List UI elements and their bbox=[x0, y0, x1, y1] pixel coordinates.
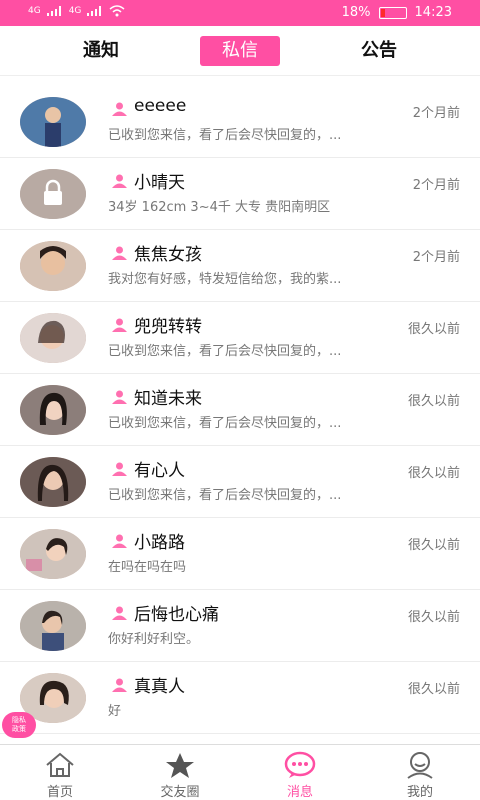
contact-name: 有心人 bbox=[134, 461, 185, 481]
user-icon bbox=[112, 534, 127, 548]
user-icon bbox=[112, 678, 127, 692]
nav-profile-label: 我的 bbox=[406, 785, 433, 800]
message-item[interactable]: 小路路 很久以前 在吗在吗在吗 bbox=[0, 518, 480, 590]
message-time: 很久以前 bbox=[407, 610, 460, 625]
avatar bbox=[20, 313, 86, 363]
message-preview: 在吗在吗在吗 bbox=[108, 560, 187, 575]
message-item[interactable]: 后悔也心痛 很久以前 你好利好利空。 bbox=[0, 590, 480, 662]
nav-profile[interactable]: 我的 bbox=[360, 745, 480, 800]
user-icon bbox=[112, 462, 127, 476]
clock: 14:23 bbox=[414, 5, 452, 20]
message-time: 2个月前 bbox=[412, 178, 460, 193]
cell-signal-icon bbox=[46, 6, 61, 16]
nav-home[interactable]: 首页 bbox=[0, 745, 120, 800]
privacy-policy-button[interactable]: 隐私 政策 bbox=[2, 712, 36, 738]
status-bar: 4G 4G 18% 14:23 bbox=[0, 0, 480, 26]
nav-messages-label: 消息 bbox=[286, 785, 313, 800]
nav-social-label: 交友圈 bbox=[160, 785, 200, 800]
avatar bbox=[20, 457, 86, 507]
avatar bbox=[20, 529, 86, 579]
user-icon bbox=[112, 174, 127, 188]
message-preview: 已收到您来信，看了后会尽快回复的，... bbox=[108, 128, 342, 143]
contact-name: 焦焦女孩 bbox=[134, 245, 202, 265]
home-icon bbox=[46, 752, 74, 777]
nav-social-circle[interactable]: 交友圈 bbox=[120, 745, 240, 800]
contact-name: 小路路 bbox=[134, 533, 185, 553]
battery-percent: 18% bbox=[341, 5, 371, 20]
message-preview: 已收到您来信，看了后会尽快回复的，... bbox=[108, 488, 342, 503]
avatar bbox=[20, 241, 86, 291]
message-time: 2个月前 bbox=[412, 106, 460, 121]
message-preview: 好 bbox=[108, 704, 122, 719]
cell-signal-icon-2 bbox=[87, 6, 102, 16]
user-icon bbox=[112, 246, 127, 260]
message-item[interactable]: 兜兜转转 很久以前 已收到您来信，看了后会尽快回复的，... bbox=[0, 302, 480, 374]
contact-name: 小晴天 bbox=[134, 173, 185, 193]
tab-announcements[interactable]: 公告 bbox=[344, 36, 414, 66]
avatar bbox=[20, 601, 86, 651]
message-preview: 你好利好利空。 bbox=[108, 632, 200, 647]
nav-messages[interactable]: 消息 bbox=[240, 745, 360, 800]
message-item[interactable]: 真真人 很久以前 好 bbox=[0, 662, 480, 734]
user-icon bbox=[112, 318, 127, 332]
signal-label-1: 4G bbox=[28, 5, 41, 16]
message-time: 很久以前 bbox=[407, 466, 460, 481]
message-icon bbox=[284, 751, 316, 778]
message-item[interactable]: 焦焦女孩 2个月前 我对您有好感，特发短信给您，我的紫... bbox=[0, 230, 480, 302]
message-item[interactable]: eeeee 2个月前 已收到您来信，看了后会尽快回复的，... bbox=[0, 86, 480, 158]
tab-notifications[interactable]: 通知 bbox=[66, 36, 136, 66]
message-time: 很久以前 bbox=[407, 538, 460, 553]
profile-icon bbox=[407, 752, 433, 779]
signal-label-2: 4G bbox=[68, 5, 82, 16]
contact-name: 知道未来 bbox=[134, 389, 202, 409]
nav-home-label: 首页 bbox=[46, 785, 73, 800]
contact-name: 兜兜转转 bbox=[134, 317, 202, 337]
message-item[interactable]: 小晴天 2个月前 34岁 162cm 3~4千 大专 贵阳南明区 bbox=[0, 158, 480, 230]
message-time: 很久以前 bbox=[407, 682, 460, 697]
message-tabs: 通知 私信 公告 bbox=[0, 26, 480, 76]
lock-icon bbox=[20, 169, 86, 219]
avatar bbox=[20, 97, 86, 147]
bottom-navigation: 首页 交友圈 消息 我的 bbox=[0, 744, 480, 800]
contact-name: eeeee bbox=[134, 96, 187, 116]
message-item[interactable]: 知道未来 很久以前 已收到您来信，看了后会尽快回复的，... bbox=[0, 374, 480, 446]
avatar bbox=[20, 169, 86, 219]
contact-name: 真真人 bbox=[134, 677, 185, 697]
user-icon bbox=[112, 102, 127, 116]
privacy-label-line2: 政策 bbox=[12, 725, 26, 733]
message-preview: 我对您有好感，特发短信给您，我的紫... bbox=[108, 272, 342, 287]
user-icon bbox=[112, 390, 127, 404]
privacy-label-line1: 隐私 bbox=[12, 716, 26, 724]
message-time: 很久以前 bbox=[407, 394, 460, 409]
message-preview: 已收到您来信，看了后会尽快回复的，... bbox=[108, 344, 342, 359]
battery-icon bbox=[378, 6, 407, 19]
message-time: 很久以前 bbox=[407, 322, 460, 337]
avatar bbox=[20, 385, 86, 435]
message-preview: 已收到您来信，看了后会尽快回复的，... bbox=[108, 416, 342, 431]
tab-private-messages[interactable]: 私信 bbox=[200, 36, 280, 66]
wifi-icon bbox=[109, 5, 125, 17]
message-list: eeeee 2个月前 已收到您来信，看了后会尽快回复的，... 小晴天 2个月前… bbox=[0, 86, 480, 734]
message-item[interactable]: 有心人 很久以前 已收到您来信，看了后会尽快回复的，... bbox=[0, 446, 480, 518]
star-icon bbox=[166, 753, 194, 778]
user-icon bbox=[112, 606, 127, 620]
message-preview: 34岁 162cm 3~4千 大专 贵阳南明区 bbox=[108, 200, 331, 215]
message-time: 2个月前 bbox=[412, 250, 460, 265]
contact-name: 后悔也心痛 bbox=[134, 605, 219, 625]
